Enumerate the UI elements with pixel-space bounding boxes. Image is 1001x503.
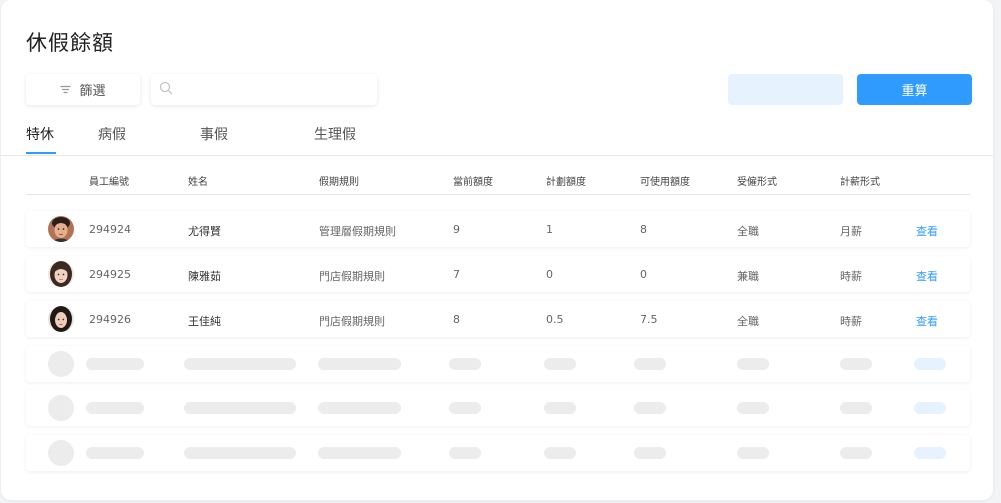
skeleton-action [914,447,946,459]
skeleton-cell [86,402,144,414]
table-row: 294926 王佳純 門店假期規則 8 0.5 7.5 全職 時薪 查看 [26,301,970,337]
filter-button[interactable]: 篩選 [26,74,140,105]
page-title: 休假餘額 [26,31,114,55]
skeleton-cell [634,447,666,459]
column-header-leave-rule: 假期規則 [319,177,359,188]
skeleton-cell [544,402,576,414]
tab-menstrual-leave[interactable]: 生理假 [314,124,356,144]
employee-name: 尤得賢 [188,225,221,238]
planned-quota: 1 [546,223,553,236]
table-header: 員工編號 姓名 假期規則 當前額度 計劃額度 可使用額度 受僱形式 計薪形式 [26,164,970,195]
recalculate-button[interactable]: 重算 [857,74,972,105]
filter-icon [60,85,72,94]
skeleton-cell [634,358,666,370]
pay-type: 月薪 [840,225,862,238]
skeleton-row [26,435,970,471]
employment-type: 兼職 [737,270,759,283]
leave-rule: 門店假期規則 [319,270,385,283]
search-icon [159,80,173,99]
skeleton-cell [86,447,144,459]
column-header-planned-quota: 計劃額度 [546,177,586,188]
tab-personal-leave[interactable]: 事假 [200,124,228,144]
tab-sick-leave[interactable]: 病假 [98,124,126,144]
skeleton-cell [449,447,481,459]
avatar [48,216,74,242]
skeleton-cell [737,358,769,370]
employee-id: 294924 [89,223,131,236]
skeleton-cell [184,358,296,370]
skeleton-cell [184,447,296,459]
view-link[interactable]: 查看 [916,223,938,239]
column-header-employee-id: 員工編號 [89,177,129,188]
filter-label: 篩選 [79,84,106,99]
skeleton-cell [737,447,769,459]
column-header-name: 姓名 [188,177,208,188]
skeleton-cell [184,402,296,414]
skeleton-cell [449,358,481,370]
tab-annual-leave[interactable]: 特休 [26,124,54,144]
active-tab-indicator [26,152,56,154]
current-quota: 7 [453,268,460,281]
employee-name: 王佳純 [188,315,221,328]
recalculate-label: 重算 [901,84,928,99]
skeleton-action [914,358,946,370]
available-quota: 0 [640,268,647,281]
leave-balance-card: 休假餘額 篩選 重算 特休 病假 事假 生理假 員工編號 姓名 假期規則 當前額… [1,0,993,500]
employee-id: 294926 [89,313,131,326]
skeleton-cell [318,447,401,459]
skeleton-cell [449,402,481,414]
leave-rule: 門店假期規則 [319,315,385,328]
current-quota: 8 [453,313,460,326]
skeleton-cell [840,358,872,370]
search-box[interactable] [151,73,377,106]
skeleton-cell [318,402,401,414]
skeleton-cell [737,402,769,414]
skeleton-avatar [48,351,74,377]
employee-name: 陳雅茹 [188,270,221,283]
skeleton-action [914,402,946,414]
search-input[interactable] [179,73,377,106]
available-quota: 7.5 [640,313,658,326]
avatar [48,261,74,287]
employment-type: 全職 [737,315,759,328]
planned-quota: 0 [546,268,553,281]
pay-type: 時薪 [840,270,862,283]
available-quota: 8 [640,223,647,236]
skeleton-cell [544,358,576,370]
avatar [48,306,74,332]
table-row: 294924 尤得賢 管理層假期規則 9 1 8 全職 月薪 查看 [26,211,970,247]
current-quota: 9 [453,223,460,236]
column-header-employment-type: 受僱形式 [737,177,777,188]
skeleton-cell [634,402,666,414]
planned-quota: 0.5 [546,313,564,326]
employment-type: 全職 [737,225,759,238]
leave-type-tabs: 特休 病假 事假 生理假 [1,118,993,156]
skeleton-cell [840,447,872,459]
pay-type: 時薪 [840,315,862,328]
skeleton-avatar [48,395,74,421]
skeleton-cell [544,447,576,459]
employee-id: 294925 [89,268,131,281]
skeleton-row [26,346,970,382]
column-header-pay-type: 計薪形式 [840,177,880,188]
view-link[interactable]: 查看 [916,313,938,329]
skeleton-cell [86,358,144,370]
skeleton-cell [318,358,401,370]
leave-rule: 管理層假期規則 [319,225,396,238]
skeleton-avatar [48,440,74,466]
skeleton-cell [840,402,872,414]
view-link[interactable]: 查看 [916,268,938,284]
skeleton-row [26,390,970,426]
table-row: 294925 陳雅茹 門店假期規則 7 0 0 兼職 時薪 查看 [26,256,970,292]
column-header-current-quota: 當前額度 [453,177,493,188]
column-header-available-quota: 可使用額度 [640,177,690,188]
secondary-button[interactable] [728,74,843,105]
